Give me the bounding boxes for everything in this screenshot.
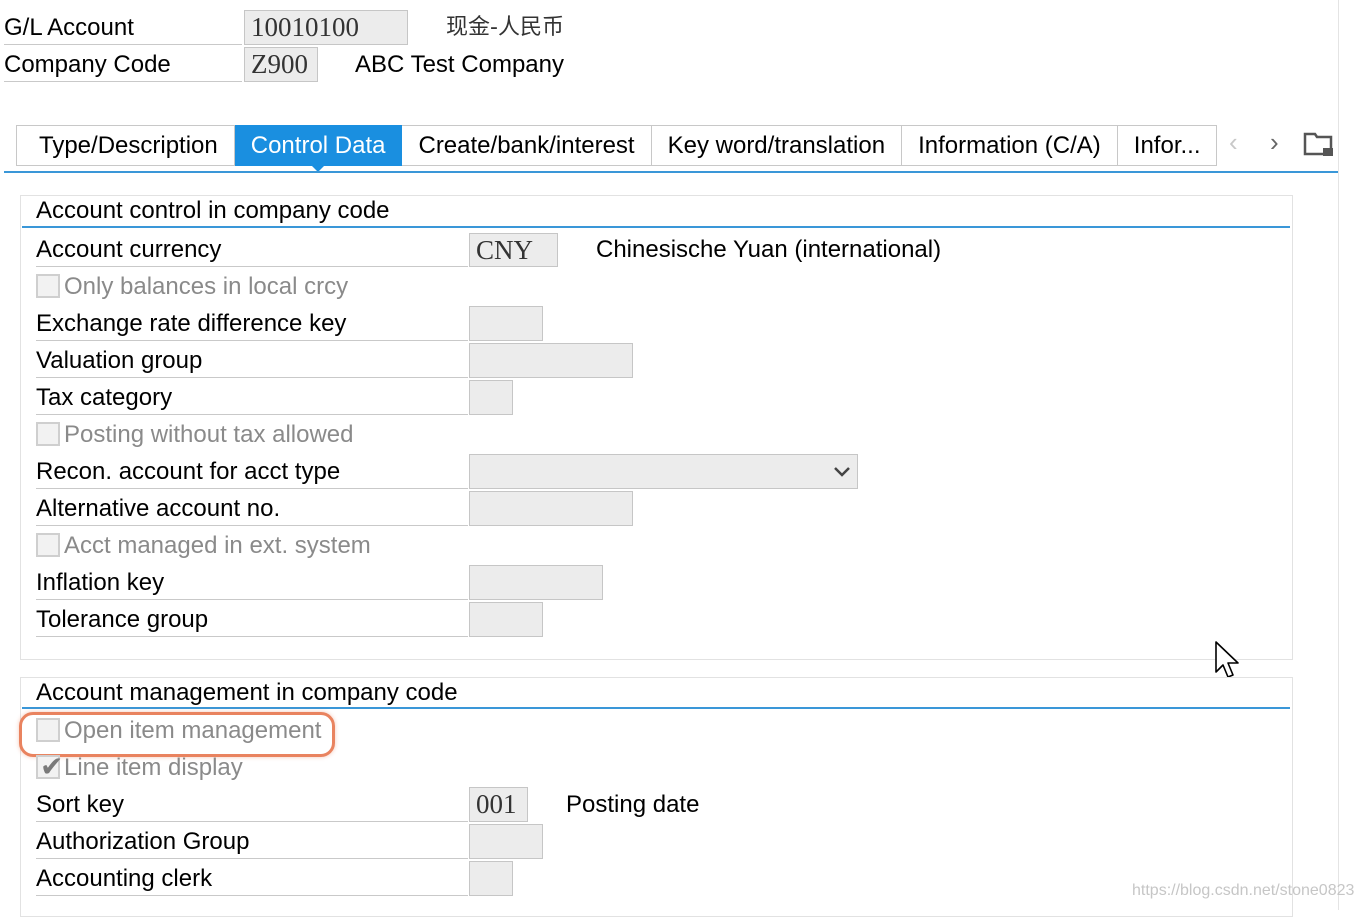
tab-create-bank-interest[interactable]: Create/bank/interest (402, 125, 652, 166)
chevron-down-icon[interactable] (833, 457, 851, 487)
line-item-display-checkbox[interactable]: ✔ Line item display (36, 751, 336, 784)
tax-category-field[interactable] (469, 380, 513, 415)
account-currency-label: Account currency (36, 234, 468, 267)
recon-account-label: Recon. account for acct type (36, 456, 468, 489)
sort-key-field[interactable]: 001 (469, 787, 528, 822)
check-mark-icon: ✔ (40, 751, 64, 782)
tab-key-word-translation[interactable]: Key word/translation (651, 125, 903, 166)
account-management-divider (22, 707, 1290, 709)
account-control-title: Account control in company code (36, 197, 390, 224)
account-management-title: Account management in company code (36, 679, 458, 706)
cursor-arrow-graphic (1215, 641, 1239, 678)
open-item-management-box[interactable] (36, 718, 60, 742)
tolerance-group-label: Tolerance group (36, 604, 468, 637)
tab-strip: Type/Description Control Data Create/ban… (16, 125, 1218, 172)
chevron-down-icon-graphic (834, 467, 850, 477)
company-code-field[interactable]: Z900 (244, 47, 318, 82)
tab-control-data[interactable]: Control Data (234, 125, 403, 172)
line-item-display-box[interactable]: ✔ (36, 751, 63, 782)
inflation-key-field[interactable] (469, 565, 603, 600)
only-balances-label: Only balances in local crcy (64, 273, 349, 300)
alt-account-label: Alternative account no. (36, 493, 468, 526)
account-currency-description: Chinesische Yuan (international) (596, 236, 942, 263)
open-item-management-checkbox[interactable]: Open item management (36, 715, 336, 747)
company-code-label: Company Code (4, 49, 242, 82)
tab-underline (4, 171, 1338, 173)
tax-category-label: Tax category (36, 382, 468, 415)
acct-managed-ext-label: Acct managed in ext. system (64, 532, 371, 559)
tab-type-description[interactable]: Type/Description (16, 125, 235, 166)
tab-information-more[interactable]: Infor... (1117, 125, 1218, 166)
inflation-key-label: Inflation key (36, 567, 468, 600)
posting-without-tax-label: Posting without tax allowed (64, 421, 354, 448)
tab-information-ca[interactable]: Information (C/A) (902, 125, 1118, 166)
tab-list-icon-graphic (1303, 132, 1333, 156)
gl-account-description: 现金-人民币 (446, 15, 564, 40)
gl-account-label: G/L Account (4, 12, 242, 45)
posting-without-tax-box[interactable] (36, 422, 60, 446)
recon-account-select[interactable] (469, 454, 858, 489)
valuation-group-label: Valuation group (36, 345, 468, 378)
gl-account-field[interactable]: 10010100 (244, 10, 408, 45)
accounting-clerk-field[interactable] (469, 861, 513, 896)
authorization-group-field[interactable] (469, 824, 543, 859)
posting-without-tax-checkbox[interactable]: Posting without tax allowed (36, 419, 436, 451)
sort-key-label: Sort key (36, 789, 468, 822)
chevron-left-icon[interactable]: ‹ (1229, 127, 1238, 157)
authorization-group-label: Authorization Group (36, 826, 468, 859)
valuation-group-field[interactable] (469, 343, 633, 378)
line-item-display-label: Line item display (64, 754, 243, 781)
alt-account-field[interactable] (469, 491, 633, 526)
only-balances-checkbox[interactable]: Only balances in local crcy (36, 271, 436, 303)
exchange-rate-key-field[interactable] (469, 306, 543, 341)
open-item-management-label: Open item management (64, 717, 322, 744)
account-control-divider (22, 226, 1290, 228)
window-right-edge (1338, 0, 1356, 910)
exchange-rate-key-label: Exchange rate difference key (36, 308, 468, 341)
company-code-description: ABC Test Company (355, 51, 564, 78)
only-balances-box[interactable] (36, 274, 60, 298)
account-currency-field[interactable]: CNY (469, 233, 558, 267)
acct-managed-ext-checkbox[interactable]: Acct managed in ext. system (36, 530, 436, 562)
tab-list-icon[interactable] (1303, 130, 1335, 163)
sort-key-description: Posting date (566, 791, 700, 818)
accounting-clerk-label: Accounting clerk (36, 863, 468, 896)
watermark-text: https://blog.csdn.net/stone0823 (1132, 882, 1355, 899)
tolerance-group-field[interactable] (469, 602, 543, 637)
chevron-right-icon[interactable]: › (1270, 127, 1279, 157)
acct-managed-ext-box[interactable] (36, 533, 60, 557)
